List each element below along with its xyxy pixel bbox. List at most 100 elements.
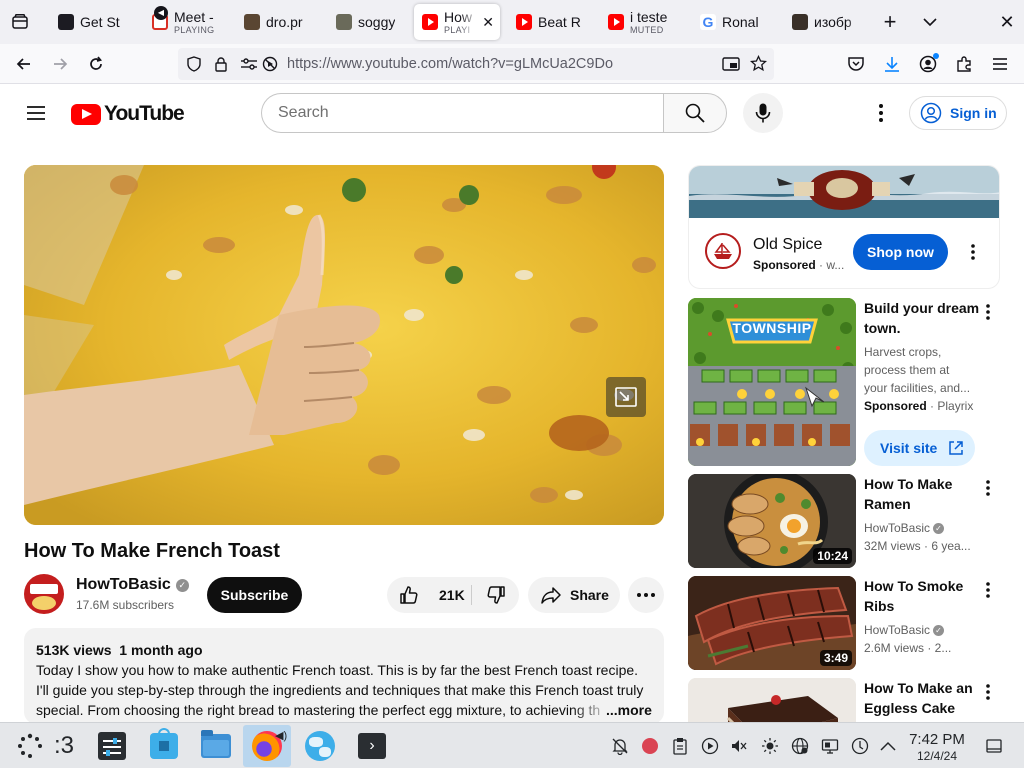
shop-now-button[interactable]: Shop now [853,234,948,270]
tab-how-to-make-french-toast[interactable]: How PLAYI ✕ [414,4,500,40]
recommendation-channel[interactable]: HowToBasic [864,623,930,637]
sponsored-recommendation[interactable]: TOWNSHIP Build your dream town. Harvest … [688,298,1000,466]
show-hidden-icons-chevron-icon[interactable] [878,736,898,756]
volume-muted-icon[interactable] [729,736,749,756]
recommendation-channel[interactable]: HowToBasic [864,521,930,535]
dislike-button[interactable] [472,577,519,613]
recommendation-channel-row[interactable]: HowToBasic ✓ [864,519,945,537]
sign-in-button[interactable]: Sign in [909,96,1007,130]
recommended-video[interactable]: 3:49 How To Smoke Ribs HowToBasic ✓ 2.6M … [688,576,1000,670]
close-window-icon[interactable]: ✕ [995,10,1019,34]
task-discover[interactable] [140,725,188,767]
subscribe-button[interactable]: Subscribe [207,577,302,613]
clipboard-icon[interactable] [670,736,690,756]
guide-menu-icon[interactable] [24,101,48,125]
app-menu-icon[interactable] [988,52,1012,76]
task-ktorrent[interactable] [296,725,344,767]
extensions-icon[interactable] [952,52,976,76]
new-tab-button[interactable]: + [878,9,902,34]
digital-clock[interactable]: 7:42 PM 12/4/24 [900,731,974,763]
url-text[interactable]: https://www.youtube.com/watch?v=gLMcUa2C… [287,56,613,72]
launcher-label[interactable]: :3 [54,732,74,760]
recommendation-options-kebab-icon[interactable] [980,476,996,500]
task-firefox[interactable]: ◀) [243,725,291,767]
task-system-settings[interactable] [88,725,136,767]
tracking-protection-shield-icon[interactable] [186,56,202,77]
more-actions-button[interactable] [628,577,664,613]
video-thumbnail[interactable] [688,678,856,722]
network-globe-icon[interactable] [790,736,810,756]
downloads-icon[interactable] [880,52,904,76]
recommended-video[interactable]: How To Make an Eggless Cake [688,678,1000,722]
voice-search-button[interactable] [743,93,783,133]
ad-banner-image[interactable] [689,166,999,218]
picture-in-picture-icon[interactable] [722,56,740,77]
recommendation-options-kebab-icon[interactable] [980,300,996,324]
channel-avatar[interactable] [24,574,64,614]
recommendation-options-kebab-icon[interactable] [980,578,996,602]
sponsored-ad-card[interactable]: Old Spice Sponsored · w... Shop now [688,165,1000,289]
share-button[interactable]: Share [528,577,620,613]
video-thumbnail[interactable]: 3:49 [688,576,856,670]
notifications-muted-icon[interactable] [610,736,630,756]
lock-icon[interactable] [214,56,228,77]
tab-images[interactable]: изобр [784,4,864,40]
search-box[interactable] [261,93,664,133]
video-description[interactable]: 513K views 1 month ago Today I show you … [24,628,664,724]
tab-soggy[interactable]: soggy [328,4,412,40]
township-thumbnail[interactable]: TOWNSHIP [688,298,856,466]
search-input[interactable] [278,104,638,122]
advertiser-logo[interactable] [705,233,741,269]
recommendation-channel-row[interactable]: HowToBasic ✓ [864,621,945,639]
tab-beat[interactable]: Beat R [508,4,598,40]
forward-button[interactable] [48,52,72,76]
tab-get-started[interactable]: Get St [50,4,142,40]
pocket-icon[interactable] [844,52,868,76]
task-file-manager[interactable] [192,725,240,767]
recommendation-title[interactable]: Build your dream town. [864,298,980,338]
verified-badge-icon: ✓ [175,578,189,592]
list-all-tabs-icon[interactable] [918,10,942,34]
recording-indicator-icon[interactable] [640,736,660,756]
recommendation-title[interactable]: How To Make an Eggless Cake [864,678,980,718]
visit-site-button[interactable]: Visit site [864,430,975,466]
tab-i-tested[interactable]: i teste MUTED [600,4,690,40]
tab-ronaldo[interactable]: G Ronal [692,4,782,40]
like-button[interactable]: 21K [387,577,471,613]
miniplayer-icon[interactable] [606,377,646,417]
firefox-view-icon[interactable] [8,10,32,34]
audio-playing-icon[interactable]: ◀ [154,6,168,20]
display-configuration-icon[interactable] [820,736,840,756]
bookmark-star-icon[interactable] [749,54,768,77]
media-player-icon[interactable] [700,736,720,756]
account-icon[interactable] [916,52,940,76]
video-thumbnail[interactable]: 10:24 [688,474,856,568]
tab-dro[interactable]: dro.pr [236,4,326,40]
brightness-icon[interactable] [760,736,780,756]
youtube-logo[interactable]: YouTube [71,102,185,126]
recommendation-title[interactable]: How To Smoke Ribs [864,576,980,616]
tab-favicon-icon [244,14,260,30]
video-player[interactable] [24,165,664,525]
application-launcher-icon[interactable] [16,732,44,760]
show-more-link[interactable]: ...more [604,700,652,720]
channel-name-row[interactable]: HowToBasic ✓ [76,576,189,594]
ad-brand-name[interactable]: Old Spice [753,236,822,254]
channel-name[interactable]: HowToBasic [76,576,171,594]
permissions-icon[interactable] [240,56,258,77]
search-button[interactable] [663,93,727,133]
show-desktop-icon[interactable] [984,736,1004,756]
settings-kebab-icon[interactable] [870,101,892,125]
autoplay-blocked-icon[interactable] [262,56,278,77]
tab-meet[interactable]: ◀ Meet - PLAYING [144,4,234,40]
task-konsole[interactable]: › [348,725,396,767]
recommendation-options-kebab-icon[interactable] [980,680,996,704]
recommended-video[interactable]: 10:24 How To Make Ramen HowToBasic ✓ 32M … [688,474,1000,568]
address-bar[interactable]: https://www.youtube.com/watch?v=gLMcUa2C… [178,48,774,80]
system-monitor-icon[interactable] [850,736,870,756]
recommendation-title[interactable]: How To Make Ramen [864,474,980,514]
ad-options-kebab-icon[interactable] [965,240,981,264]
close-tab-icon[interactable]: ✕ [482,14,494,31]
back-button[interactable] [12,52,36,76]
reload-button[interactable] [84,52,108,76]
